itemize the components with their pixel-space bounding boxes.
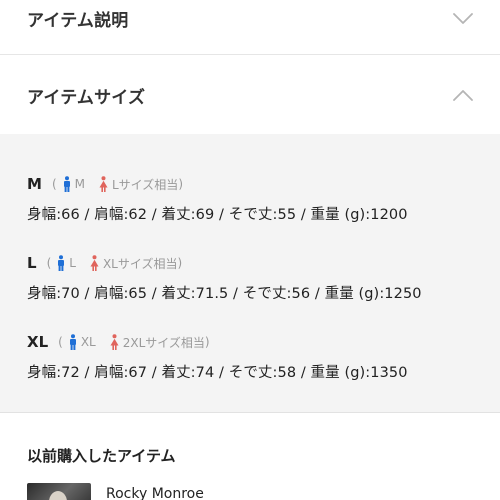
female-icon bbox=[90, 255, 99, 271]
size-entry-m: M ( M Lサイズ相当 ) 身幅:66 / 肩幅:62 / 着丈:69 / そ… bbox=[27, 174, 487, 224]
size-code: XL bbox=[27, 333, 49, 351]
female-icon bbox=[99, 176, 108, 192]
size-entry-l: L ( L XLサイズ相当 ) 身幅:70 / 肩幅:65 / 着丈:71.5 … bbox=[27, 253, 487, 303]
paren-open: ( bbox=[51, 177, 57, 191]
product-thumbnail[interactable] bbox=[27, 483, 91, 500]
item-size-title: アイテムサイズ bbox=[27, 87, 146, 108]
male-size: L bbox=[69, 256, 76, 270]
size-measurements: 身幅:70 / 肩幅:65 / 着丈:71.5 / そで丈:56 / 重量 (g… bbox=[27, 286, 422, 302]
previous-purchases-title: 以前購入したアイテム bbox=[27, 447, 176, 465]
paren-close: ) bbox=[177, 256, 183, 270]
paren-close: ) bbox=[204, 335, 210, 349]
paren-close: ) bbox=[178, 177, 183, 191]
size-code: L bbox=[27, 254, 37, 272]
female-size: XLサイズ相当 bbox=[102, 256, 178, 271]
male-size: M bbox=[74, 177, 85, 191]
size-code: M bbox=[27, 175, 42, 193]
chevron-down-icon[interactable] bbox=[452, 11, 474, 25]
previous-purchases: 以前購入したアイテム Rocky Monroe bbox=[0, 414, 500, 500]
male-icon bbox=[57, 255, 65, 271]
chevron-up-icon[interactable] bbox=[452, 88, 474, 102]
size-entry-xl: XL ( XL 2XLサイズ相当 ) 身幅:72 / 肩幅:67 / 着丈:74… bbox=[27, 332, 487, 382]
size-measurements: 身幅:66 / 肩幅:62 / 着丈:69 / そで丈:55 / 重量 (g):… bbox=[27, 207, 408, 223]
male-icon bbox=[63, 176, 71, 192]
paren-open: ( bbox=[46, 256, 52, 270]
product-name[interactable]: Rocky Monroe bbox=[106, 486, 204, 500]
size-list: M ( M Lサイズ相当 ) 身幅:66 / 肩幅:62 / 着丈:69 / そ… bbox=[0, 134, 500, 413]
female-icon bbox=[110, 334, 119, 350]
paren-open: ( bbox=[58, 335, 63, 349]
size-measurements: 身幅:72 / 肩幅:67 / 着丈:74 / そで丈:58 / 重量 (g):… bbox=[27, 365, 408, 381]
male-size: XL bbox=[80, 335, 96, 349]
female-size: 2XLサイズ相当 bbox=[122, 335, 205, 350]
item-size-header[interactable]: アイテムサイズ bbox=[0, 56, 500, 134]
item-description-header[interactable]: アイテム説明 bbox=[0, 0, 500, 55]
female-size: Lサイズ相当 bbox=[111, 177, 179, 192]
male-icon bbox=[69, 334, 77, 350]
item-description-title: アイテム説明 bbox=[27, 10, 129, 31]
